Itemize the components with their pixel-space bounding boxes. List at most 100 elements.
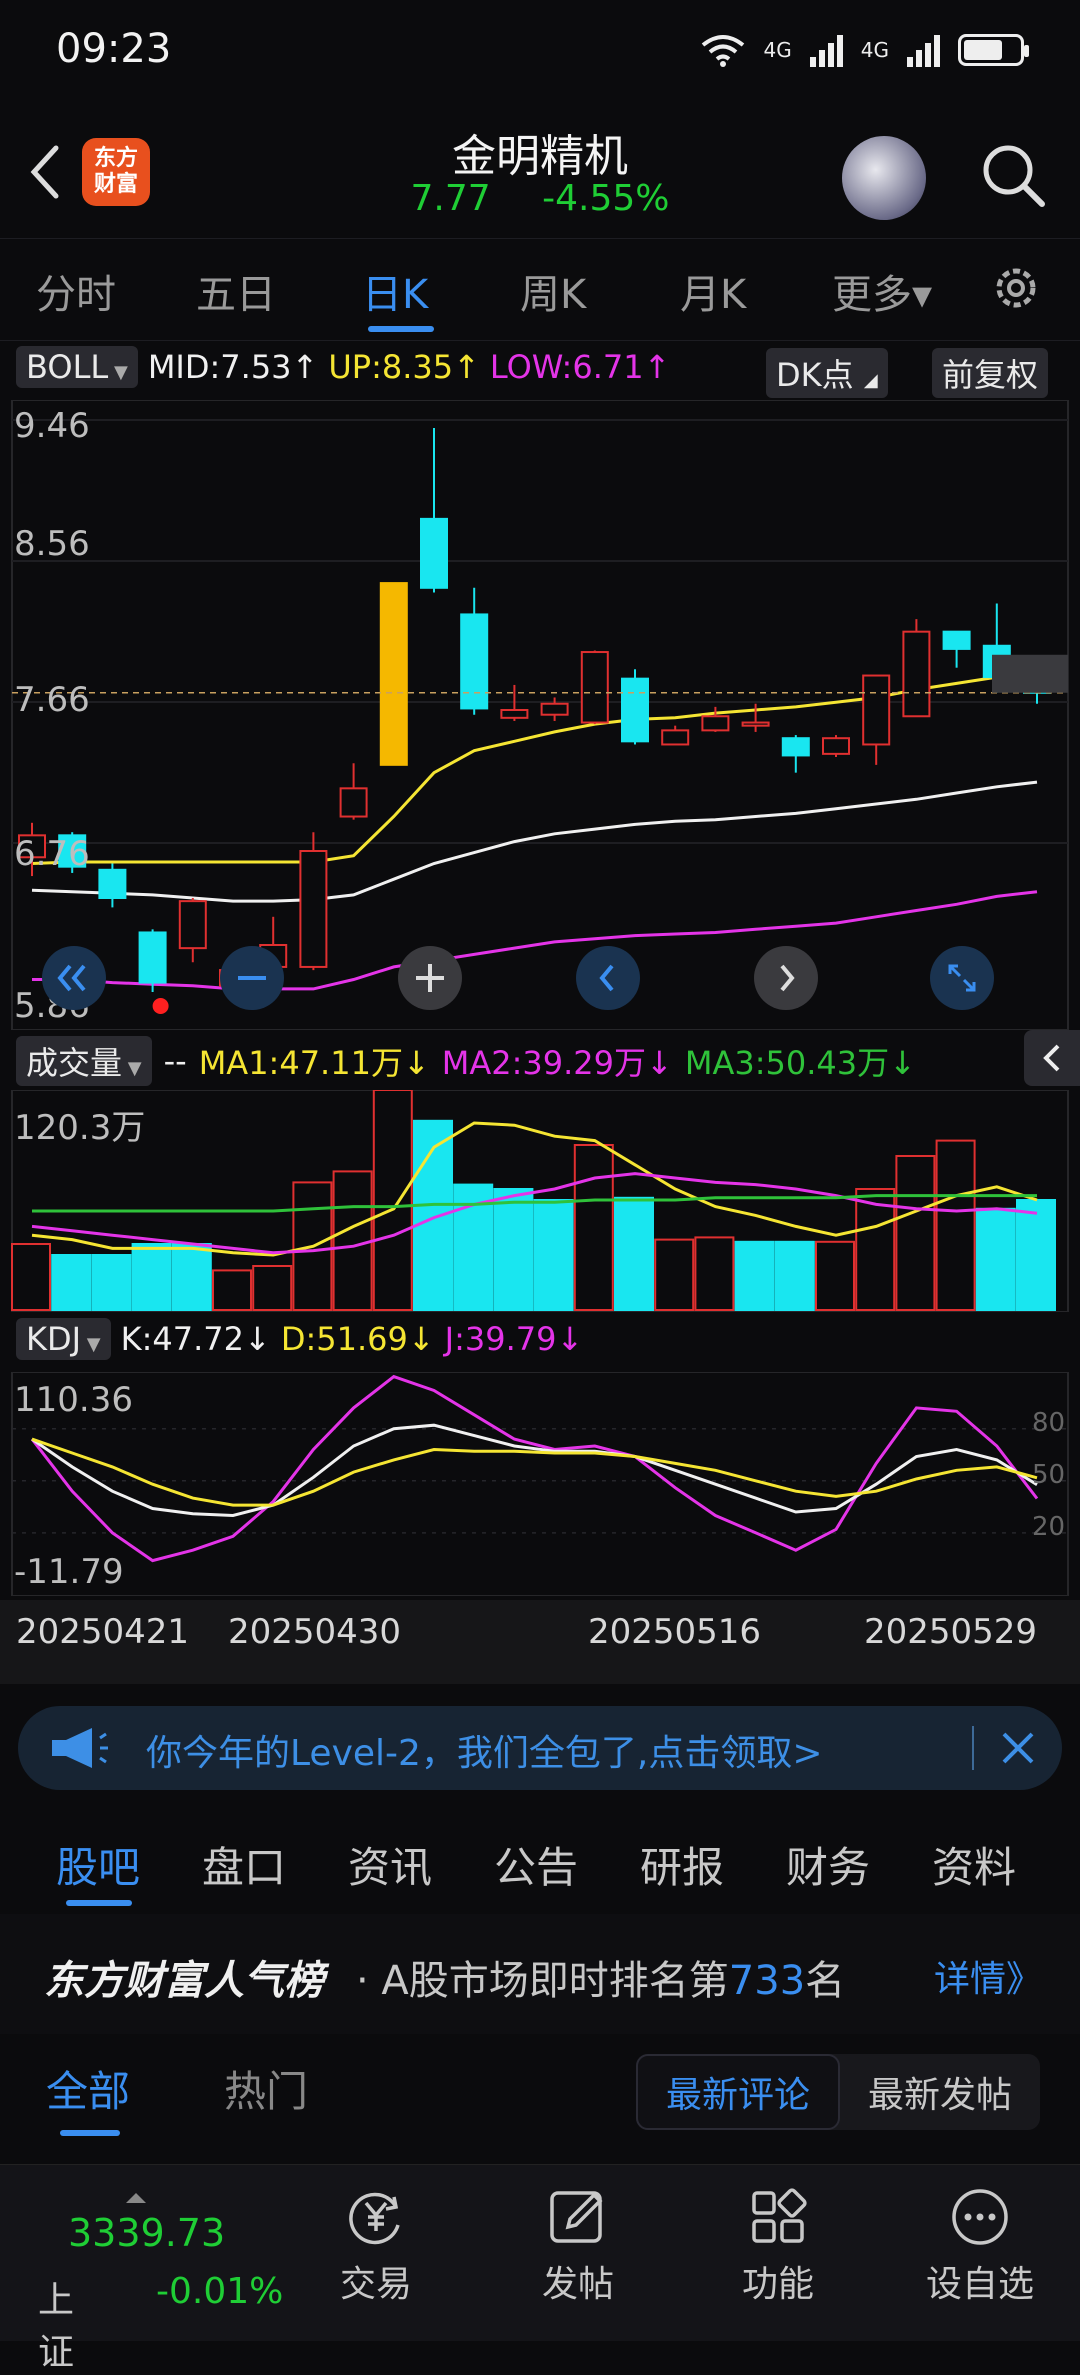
nav-watchlist[interactable]: 设自选: [910, 2185, 1050, 2307]
candle-body: [98, 868, 127, 899]
volume-ma3: MA3:50.43万↓: [684, 1044, 916, 1082]
volume-bar: [372, 1089, 413, 1311]
candle-body: [621, 677, 649, 743]
bottom-nav: 3339.73 上证 -0.01% 交易 发帖 功能 设自选: [0, 2164, 1080, 2373]
tab-finance[interactable]: 财务: [786, 1834, 870, 1895]
boll-mid-line: [31, 780, 1038, 903]
tab-monthly-k[interactable]: 月K: [680, 262, 746, 320]
candle-body: [500, 709, 529, 719]
volume-dash: --: [163, 1042, 187, 1080]
kdj-j: J:39.79↓: [444, 1320, 584, 1358]
volume-chart-svg: [11, 1089, 1069, 1313]
scroll-left-icon[interactable]: [574, 944, 642, 1012]
volume-ma2: MA2:39.29万↓: [441, 1044, 673, 1082]
rank-detail-link[interactable]: 详情》: [934, 1950, 1042, 2002]
volume-bar: [332, 1170, 373, 1312]
assistant-robot-icon[interactable]: [842, 136, 926, 220]
tab-profile[interactable]: 资料: [932, 1834, 1016, 1895]
zoom-in-icon[interactable]: [396, 944, 464, 1012]
volume-bar: [533, 1199, 574, 1311]
candle-body: [138, 931, 167, 984]
tab-announcement[interactable]: 公告: [494, 1834, 578, 1895]
candle-body: [902, 630, 931, 718]
stock-header: 东方 财富 金明精机 7.77 -4.55%: [0, 110, 1080, 239]
scroll-left-fast-icon[interactable]: [40, 944, 108, 1012]
sort-latest-post[interactable]: 最新发帖: [840, 2054, 1040, 2130]
status-icons: 4G 4G: [700, 30, 1029, 70]
period-tabs: 分时 五日 日K 周K 月K 更多▾: [0, 240, 1080, 341]
rank-info: · A股市场即时排名第733名: [356, 1948, 845, 2006]
tab-guba[interactable]: 股吧: [56, 1834, 140, 1895]
dk-point-button[interactable]: DK点 ◢: [766, 348, 888, 398]
candle-body: [299, 850, 328, 968]
boll-selector-label: BOLL: [26, 348, 109, 386]
date-axis: 20250421 20250430 20250516 20250529: [0, 1600, 1080, 1684]
price-axis-label: 9.46: [14, 406, 90, 446]
search-icon[interactable]: [978, 140, 1048, 210]
tab-news[interactable]: 资讯: [348, 1834, 432, 1895]
price-axis-label: 7.66: [14, 680, 90, 720]
filter-all[interactable]: 全部: [46, 2058, 130, 2119]
kdj-chart-svg: [11, 1371, 1069, 1597]
megaphone-icon: [52, 1728, 108, 1768]
price-chart-svg: [11, 399, 1069, 1031]
kdj-level-80: 80: [1032, 1408, 1066, 1438]
date-label: 20250430: [228, 1612, 402, 1652]
filter-hot[interactable]: 热门: [224, 2058, 308, 2119]
nav-functions[interactable]: 功能: [708, 2185, 848, 2307]
battery-fill: [964, 40, 1002, 60]
nav-trade-label: 交易: [339, 2264, 412, 2305]
collapse-panel-button[interactable]: [1024, 1030, 1080, 1086]
tab-pankou[interactable]: 盘口: [202, 1834, 286, 1895]
kdj-level-50: 50: [1032, 1460, 1066, 1490]
candle-body: [379, 582, 408, 766]
current-price-tag: [992, 654, 1068, 693]
content-tabs: 股吧 盘口 资讯 公告 研报 财务 资料: [0, 1818, 1080, 1915]
volume-bar: [171, 1243, 212, 1311]
promo-banner[interactable]: 你今年的Level-2，我们全包了,点击领取>: [18, 1706, 1062, 1790]
volume-bar: [11, 1243, 51, 1311]
tab-five-day[interactable]: 五日: [196, 262, 276, 320]
candle-body: [580, 651, 609, 724]
tab-weekly-k[interactable]: 周K: [520, 262, 586, 320]
kdj-axis-top: 110.36: [14, 1380, 133, 1420]
boll-selector[interactable]: BOLL ▼: [16, 346, 138, 388]
gear-icon[interactable]: [990, 262, 1042, 314]
candle-body: [822, 737, 850, 755]
volume-selector[interactable]: 成交量 ▼: [16, 1036, 152, 1086]
wifi-icon: [701, 35, 744, 67]
kdj-chart[interactable]: 110.36 -11.79 80 50 20: [0, 1371, 1080, 1597]
candle-body: [339, 787, 368, 818]
candle-body: [178, 900, 207, 950]
nav-watchlist-label: 设自选: [925, 2264, 1034, 2305]
close-icon[interactable]: [998, 1728, 1038, 1768]
tab-research[interactable]: 研报: [640, 1834, 724, 1895]
volume-bar: [935, 1139, 976, 1311]
fullscreen-icon[interactable]: [928, 944, 996, 1012]
rank-number: 733: [728, 1958, 806, 2004]
tab-intraday[interactable]: 分时: [36, 262, 116, 320]
popularity-rank[interactable]: 东方财富人气榜 · A股市场即时排名第733名 详情》: [0, 1914, 1080, 2034]
price-chart[interactable]: 9.46 8.56 7.66 6.76 5.86: [0, 399, 1080, 1031]
price-axis-label: 6.76: [14, 834, 90, 874]
zoom-out-icon[interactable]: [218, 944, 286, 1012]
index-change: -0.01%: [156, 2271, 284, 2312]
volume-bar: [212, 1269, 252, 1311]
signal-dot: [152, 998, 169, 1014]
nav-trade[interactable]: 交易: [306, 2185, 446, 2307]
post-filter: 全部 热门 最新评论 最新发帖: [0, 2034, 1080, 2164]
scroll-right-icon[interactable]: [752, 944, 820, 1012]
sort-latest-comment[interactable]: 最新评论: [636, 2054, 840, 2130]
volume-bar: [493, 1188, 534, 1311]
kdj-chart-frame: [11, 1371, 1069, 1597]
edit-icon: [550, 2191, 603, 2243]
boll-low: LOW:6.71↑: [489, 348, 671, 386]
volume-chart[interactable]: 120.3万: [0, 1089, 1080, 1313]
adjust-button[interactable]: 前复权: [932, 348, 1049, 398]
kdj-selector[interactable]: KDJ ▼: [16, 1318, 111, 1360]
nav-post[interactable]: 发帖: [508, 2185, 648, 2307]
stock-change: -4.55%: [542, 178, 670, 219]
tab-more[interactable]: 更多▾: [832, 262, 932, 320]
kdj-indicator-row: KDJ ▼ K:47.72↓ D:51.69↓ J:39.79↓: [16, 1318, 583, 1360]
tab-daily-k[interactable]: 日K: [362, 262, 428, 320]
